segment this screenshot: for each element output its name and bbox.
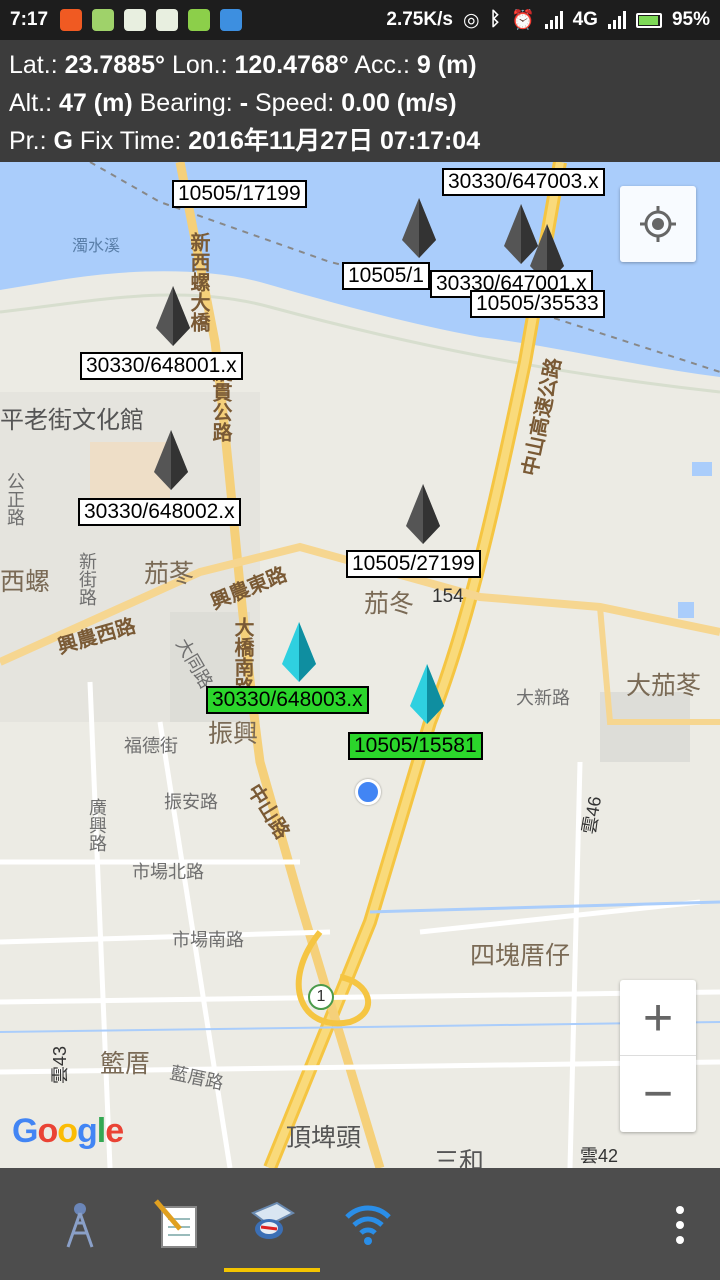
map-label-road: 新街路 [77, 552, 97, 606]
speed-label: Speed: [254, 89, 335, 117]
cell-marker-label[interactable]: 10505/27199 [346, 550, 481, 578]
bottom-toolbar [0, 1168, 720, 1280]
map-view[interactable]: 濁水溪 平老街文化館 公正路 西螺 新街路 茄苳 茄冬 154 興農西路 興農東… [0, 162, 720, 1168]
bluetooth-icon: ᛒ [489, 9, 501, 30]
active-cell-marker-label[interactable]: 10505/15581 [348, 732, 483, 760]
cell-marker-label[interactable]: 30330/647003.x [442, 168, 605, 196]
info-row-2: Alt.: 47 (m) Bearing: - Speed: 0.00 (m/s… [9, 84, 711, 122]
my-location-dot [355, 779, 381, 805]
info-row-1: Lat.: 23.7885° Lon.: 120.4768° Acc.: 9 (… [9, 46, 711, 84]
cell-pin-icon[interactable] [154, 430, 188, 490]
lon-value: 120.4768° [234, 51, 349, 79]
lon-label: Lon.: [171, 51, 228, 79]
lat-value: 23.7885° [64, 51, 165, 79]
zoom-out-button[interactable]: − [620, 1056, 696, 1132]
signal-icon-2 [607, 11, 626, 29]
net-speed: 2.75K/s [386, 9, 453, 30]
map-tab[interactable] [244, 1196, 300, 1252]
hotspot-icon: ◎ [462, 9, 480, 31]
map-label-road: 公正路 [5, 472, 25, 526]
active-cell-pin-icon[interactable] [410, 664, 444, 724]
cell-marker-label[interactable]: 30330/648001.x [80, 352, 243, 380]
mi-app-icon [60, 9, 83, 31]
bearing-label: Bearing: [139, 89, 233, 117]
acc-label: Acc.: [354, 51, 410, 79]
battery-percent: 95% [671, 9, 710, 30]
nfc-icon [124, 9, 147, 31]
map-label-route-154: 154 [432, 586, 464, 607]
compass-icon [251, 1201, 296, 1239]
fix-time-value: 2016年11月27日 07:17:04 [188, 127, 481, 155]
map-label-sanhe: 三和 [434, 1148, 485, 1168]
alarm-icon: ⏰ [510, 10, 535, 31]
log-tab[interactable] [150, 1196, 206, 1252]
map-base-layer [0, 162, 720, 1168]
notepad-icon [154, 1199, 197, 1248]
map-label-road: 大新路 [516, 688, 570, 708]
network-type: 4G [572, 9, 598, 30]
zoom-controls: + − [620, 980, 696, 1132]
line-app-icon [92, 9, 115, 31]
map-label-road: 市場北路 [132, 862, 204, 882]
map-label-zhenxing: 振興 [208, 720, 259, 748]
my-location-button[interactable] [620, 186, 696, 262]
chart-app-icon [220, 9, 243, 31]
map-label-river: 濁水溪 [72, 238, 121, 255]
map-label-jiadong: 茄苳 [144, 560, 195, 588]
active-cell-marker-label[interactable]: 30330/648003.x [206, 686, 369, 714]
overflow-menu-button[interactable] [676, 1206, 684, 1244]
zoom-in-button[interactable]: + [620, 980, 696, 1056]
map-label-dingpitou: 頂埤頭 [286, 1124, 362, 1152]
google-logo: Google [12, 1112, 124, 1150]
crosshair-icon [640, 206, 676, 242]
map-label-road: 振安路 [164, 792, 218, 812]
active-cell-pin-icon[interactable] [282, 622, 316, 682]
battery-app-icon [188, 9, 211, 31]
pr-label: Pr.: [9, 127, 47, 155]
acc-value: 9 (m) [416, 51, 477, 79]
nfc-icon-2 [156, 9, 179, 31]
map-label-route: 雲43 [50, 1045, 71, 1085]
speed-value: 0.00 (m/s) [341, 89, 457, 117]
bearing-value: - [239, 89, 249, 117]
signal-icon [544, 11, 563, 29]
map-label-dajiadong: 大茄苳 [626, 672, 702, 700]
map-label-road: 大橋南路 [231, 617, 253, 697]
tower-icon [66, 1203, 94, 1248]
status-time: 7:17 [10, 9, 49, 30]
map-label-jiadong-2: 茄冬 [364, 590, 415, 618]
lat-label: Lat.: [9, 51, 58, 79]
info-row-3: Pr.: G Fix Time: 2016年11月27日 07:17:04 [9, 122, 711, 160]
map-label-xiluo: 西螺 [0, 568, 51, 596]
pr-value: G [53, 127, 73, 155]
cell-marker-label[interactable]: 30330/648002.x [78, 498, 241, 526]
cell-pin-icon[interactable] [406, 484, 440, 544]
map-label-road: 市場南路 [172, 930, 244, 950]
map-label-road: 廣興路 [87, 798, 107, 852]
map-label-sikuaicuozai: 四塊厝仔 [470, 942, 571, 970]
wifi-icon [345, 1205, 391, 1245]
map-label-museum: 平老街文化館 [0, 407, 144, 434]
alt-value: 47 (m) [59, 89, 133, 117]
wifi-tab[interactable] [340, 1196, 396, 1252]
selected-tab-indicator [224, 1268, 320, 1272]
map-label-road: 福德街 [124, 736, 178, 756]
map-label-lancuo: 籃厝 [100, 1050, 151, 1078]
highway-shield-1: 1 [308, 984, 334, 1010]
alt-label: Alt.: [9, 89, 53, 117]
cell-marker-label[interactable]: 10505/17199 [172, 180, 307, 208]
cell-pin-icon[interactable] [402, 198, 436, 258]
cell-marker-label[interactable]: 10505/35533 [470, 290, 605, 318]
cell-marker-label[interactable]: 10505/1 [342, 262, 430, 290]
status-bar: 7:17 2.75K/s ◎ ᛒ ⏰ 4G 95% [0, 0, 720, 40]
cell-tower-tab[interactable] [52, 1196, 108, 1252]
map-label-route: 雲42 [580, 1146, 619, 1166]
gps-info-panel: Lat.: 23.7885° Lon.: 120.4768° Acc.: 9 (… [0, 40, 720, 162]
cell-pin-icon[interactable] [156, 286, 190, 346]
fix-time-label: Fix Time: [79, 127, 182, 155]
battery-icon [635, 12, 662, 28]
